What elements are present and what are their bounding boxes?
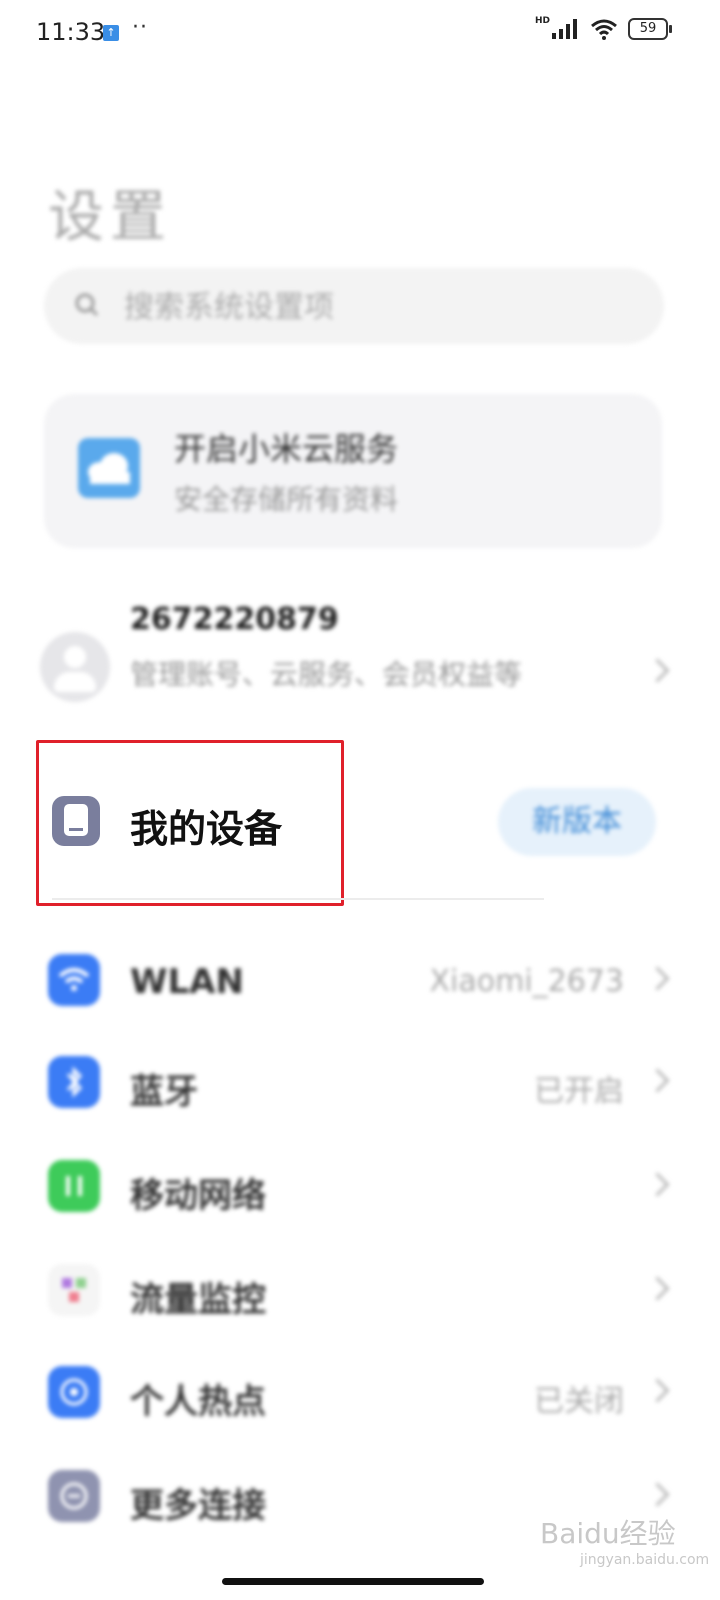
settings-item-label: 更多连接 [130, 1486, 266, 1526]
account-row[interactable]: 2672220879 管理账号、云服务、会员权益等 [0, 596, 720, 736]
new-version-badge[interactable]: 新版本 [498, 788, 656, 856]
settings-item-value: 已开启 [534, 1074, 624, 1109]
mobile-network-icon [48, 1160, 100, 1212]
chevron-right-icon [645, 1378, 670, 1403]
chevron-right-icon [645, 1068, 670, 1093]
settings-item-label: 蓝牙 [130, 1072, 198, 1112]
chevron-right-icon [645, 1482, 670, 1507]
hotspot-icon [48, 1366, 100, 1418]
status-bar: 11:33 ↑ ·· HD 59 [0, 0, 720, 64]
more-notifications-icon: ·· [132, 15, 148, 40]
wifi-icon [48, 954, 100, 1006]
settings-item-label: 个人热点 [130, 1382, 266, 1422]
settings-item-value: 已关闭 [534, 1384, 624, 1419]
cloud-card-subtitle: 安全存储所有资料 [174, 483, 399, 516]
chevron-right-icon [645, 1276, 670, 1301]
watermark-subtext: jingyan.baidu.com [580, 1552, 710, 1568]
settings-item-label: 移动网络 [130, 1176, 266, 1216]
signal-icon [552, 19, 577, 39]
more-connections-icon [48, 1470, 100, 1522]
chevron-right-icon [645, 658, 670, 683]
account-description: 管理账号、云服务、会员权益等 [130, 658, 523, 691]
battery-icon: 59 [628, 18, 672, 40]
settings-item-bluetooth[interactable]: 蓝牙 已开启 [0, 1040, 720, 1130]
settings-item-wlan[interactable]: WLAN Xiaomi_2673 [0, 938, 720, 1028]
search-bar[interactable] [44, 268, 664, 344]
cloud-service-card[interactable]: 开启小米云服务 安全存储所有资料 [44, 394, 662, 548]
wifi-status-icon [591, 19, 617, 40]
watermark: Baidu经验 jingyan.baidu.com [540, 1512, 709, 1568]
status-time: 11:33 [36, 18, 106, 46]
page-title: 设置 [48, 185, 172, 250]
chevron-right-icon [645, 1172, 670, 1197]
search-input[interactable] [122, 284, 626, 330]
highlight-box [36, 740, 344, 906]
settings-item-hotspot[interactable]: 个人热点 已关闭 [0, 1350, 720, 1440]
watermark-text: Baidu经验 [540, 1517, 676, 1550]
chevron-right-icon [645, 966, 670, 991]
home-indicator[interactable] [222, 1578, 484, 1585]
network-type-label: HD [534, 16, 550, 26]
avatar [40, 632, 110, 702]
cloud-card-title: 开启小米云服务 [174, 430, 399, 468]
settings-item-data-usage[interactable]: 流量监控 [0, 1248, 720, 1338]
settings-item-label: 流量监控 [130, 1280, 266, 1320]
search-icon [75, 293, 99, 317]
account-id: 2672220879 [130, 602, 339, 637]
data-usage-icon [48, 1264, 100, 1316]
divider [52, 898, 544, 900]
settings-item-label: WLAN [130, 962, 244, 1002]
upload-notification-icon: ↑ [103, 25, 119, 41]
cloud-icon [78, 438, 140, 498]
settings-item-mobile-network[interactable]: 移动网络 [0, 1144, 720, 1234]
bluetooth-icon [48, 1056, 100, 1108]
settings-item-value: Xiaomi_2673 [429, 964, 624, 999]
